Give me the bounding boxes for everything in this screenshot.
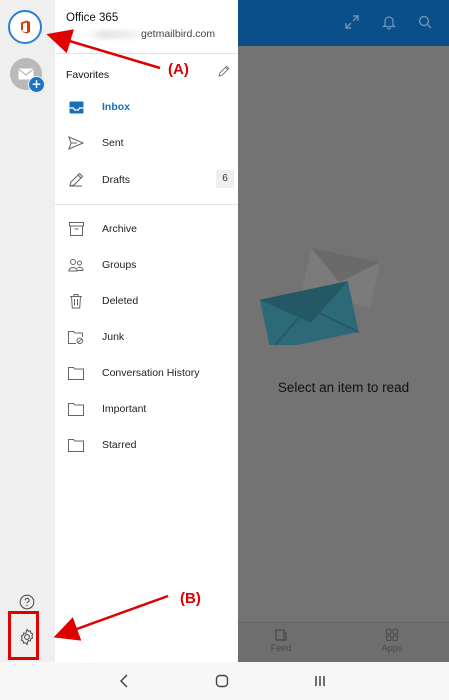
folder-groups[interactable]: Groups — [55, 253, 238, 277]
folder-inbox[interactable]: Inbox — [55, 95, 238, 119]
folder-label: Junk — [102, 331, 125, 343]
archive-icon — [67, 220, 85, 238]
folder-sent[interactable]: Sent — [55, 131, 238, 155]
account-rail: + — [0, 0, 55, 662]
folder-label: Groups — [102, 259, 137, 271]
annotation-highlight-box — [8, 611, 39, 660]
folder-icon — [67, 436, 85, 454]
bell-icon[interactable] — [379, 12, 399, 32]
app-header — [238, 0, 449, 46]
folder-label: Archive — [102, 223, 138, 235]
inbox-icon — [67, 98, 85, 116]
trash-icon — [67, 292, 85, 310]
divider — [55, 204, 238, 205]
folder-drawer: Office 365 getmailbird.com Favorites Inb… — [55, 0, 238, 662]
folder-conversation-history[interactable]: Conversation History — [55, 361, 238, 385]
plus-icon: + — [28, 76, 45, 93]
folder-label: Sent — [102, 137, 124, 149]
favorites-header: Favorites — [66, 64, 231, 81]
groups-icon — [67, 256, 85, 274]
folder-important[interactable]: Important — [55, 397, 238, 421]
tab-apps[interactable]: Apps — [362, 628, 422, 653]
tab-feed[interactable]: Feed — [251, 628, 311, 653]
sent-icon — [67, 134, 85, 152]
folder-label: Deleted — [102, 295, 139, 307]
folder-archive[interactable]: Archive — [55, 217, 238, 241]
annotation-label-a: (A) — [168, 61, 189, 78]
account-email: getmailbird.com — [141, 28, 216, 40]
edit-pencil-icon[interactable] — [217, 64, 231, 78]
account-name: Office 365 — [66, 12, 119, 24]
folder-label: Drafts — [102, 174, 131, 186]
folder-label: Conversation History — [102, 367, 200, 379]
expand-icon[interactable] — [342, 12, 362, 32]
folder-icon — [67, 364, 85, 382]
add-account-button[interactable]: + — [10, 58, 45, 93]
help-icon[interactable] — [19, 594, 35, 610]
nav-home-icon[interactable] — [213, 672, 231, 690]
office365-account-avatar[interactable] — [8, 10, 42, 44]
folder-junk[interactable]: Junk — [55, 325, 238, 349]
drafts-icon — [67, 171, 85, 189]
tab-label: Feed — [270, 643, 292, 653]
empty-reading-message: Select an item to read — [277, 380, 410, 395]
folder-icon — [67, 400, 85, 418]
bottom-tab-bar: Feed Apps — [238, 622, 449, 663]
office-logo-icon — [21, 20, 30, 34]
search-icon[interactable] — [415, 12, 435, 32]
folder-deleted[interactable]: Deleted — [55, 289, 238, 313]
nav-recents-icon[interactable] — [311, 672, 329, 690]
folder-starred[interactable]: Starred — [55, 433, 238, 457]
annotation-label-b: (B) — [180, 590, 201, 607]
feed-icon — [275, 629, 287, 641]
folder-label: Important — [102, 403, 147, 415]
folder-label: Inbox — [102, 101, 130, 113]
nav-back-icon[interactable] — [115, 672, 133, 690]
apps-icon — [386, 629, 398, 641]
unread-count-badge: 6 — [216, 170, 234, 188]
tab-label: Apps — [381, 643, 403, 653]
divider — [55, 53, 238, 54]
folder-label: Starred — [102, 439, 137, 451]
empty-mail-illustration — [259, 247, 380, 345]
junk-icon — [67, 328, 85, 346]
folder-drafts[interactable]: Drafts 6 — [55, 168, 238, 192]
favorites-label: Favorites — [66, 69, 110, 81]
system-navigation-bar — [0, 662, 449, 700]
redacted-email-user — [87, 30, 141, 39]
